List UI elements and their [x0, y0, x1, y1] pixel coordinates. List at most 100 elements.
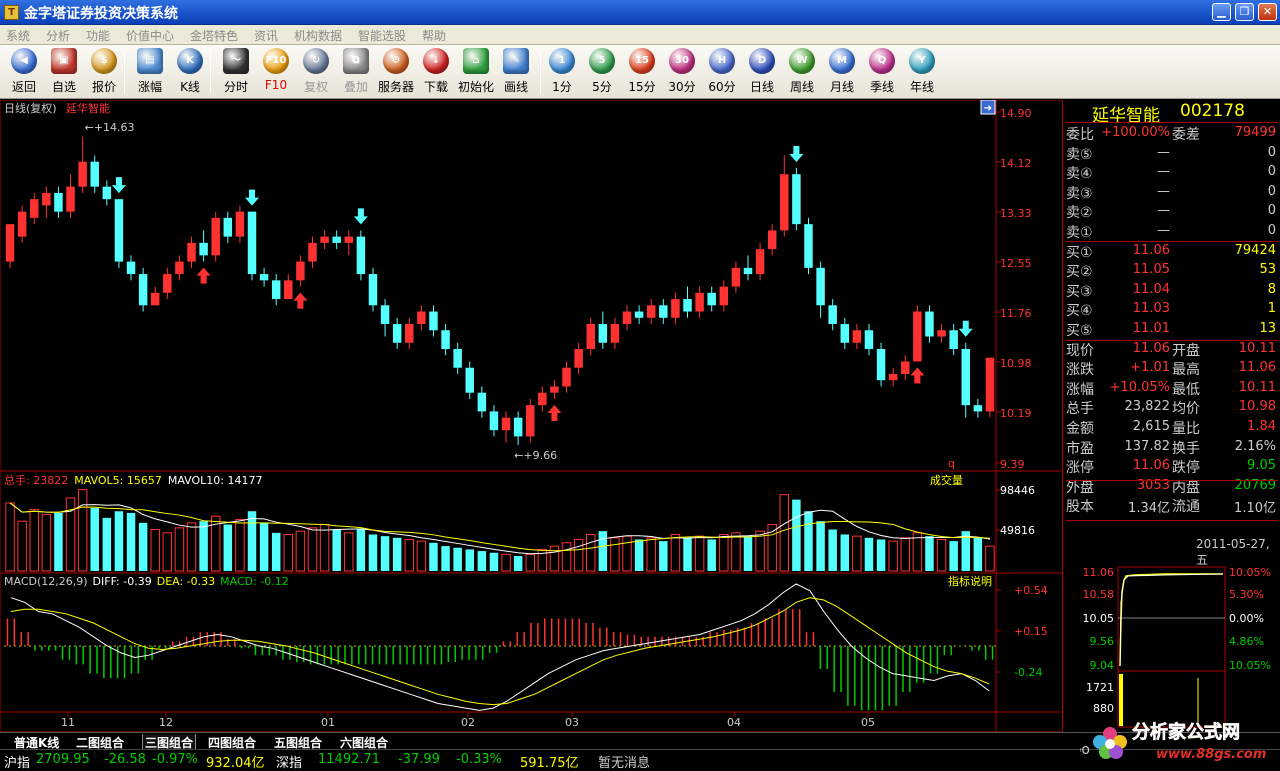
toolbar-button-quarterly[interactable]: Q 季线: [862, 48, 902, 96]
volume-bar-33: [404, 538, 415, 572]
volume-bar-60: [731, 532, 741, 572]
mini-price-label: 9.04: [1090, 659, 1115, 672]
date-axis-label: 04: [727, 716, 741, 729]
candle-64: [780, 155, 789, 237]
volume-axis-label: 98446: [1000, 484, 1035, 497]
date-axis-label: 11: [61, 716, 75, 729]
toolbar-button-kline[interactable]: K K线: [170, 48, 210, 96]
sell-signal-arrow-icon: [245, 189, 259, 206]
menu-item-1[interactable]: 分析: [46, 27, 70, 44]
toolbar-button-period-30[interactable]: 30 30分: [662, 48, 702, 96]
watermark-url: www.88gs.com: [1156, 747, 1266, 762]
date-axis-label: 05: [861, 716, 875, 729]
menu-item-7[interactable]: 智能选股: [358, 27, 406, 44]
price-axis-label: 10.19: [1000, 407, 1032, 420]
candle-37: [453, 342, 462, 374]
quote-value: 23,822: [1124, 399, 1171, 415]
toolbar-button-weekly[interactable]: W 周线: [782, 48, 822, 96]
low-price-marker: ←+9.66: [514, 449, 557, 462]
quote-value: 11.06: [1238, 360, 1276, 376]
indicator-help-link[interactable]: 指标说明: [948, 574, 992, 588]
volume-bar-67: [816, 521, 825, 571]
menu-item-2[interactable]: 功能: [86, 27, 110, 44]
menu-item-6[interactable]: 机构数据: [294, 27, 342, 44]
candle-body: [646, 305, 656, 318]
toolbar-button-period-1[interactable]: 1 1分: [542, 48, 582, 96]
period-60-icon: H: [709, 48, 735, 74]
menu-item-8[interactable]: 帮助: [422, 27, 446, 44]
candle-body: [296, 261, 305, 281]
toolbar-label: 年线: [909, 80, 934, 94]
macd-header: MACD(12,26,9) DIFF: -0.39 DEA: -0.33 MACD: …: [4, 575, 289, 588]
candle-body: [731, 267, 741, 287]
candle-55: [671, 292, 680, 325]
mavol10-label: MAVOL10: 14177: [168, 474, 263, 487]
toolbar-button-period-15[interactable]: 15 15分: [622, 48, 662, 96]
overlay-icon: ⧉: [343, 48, 369, 74]
candle-50: [610, 317, 620, 349]
menu-item-5[interactable]: 资讯: [254, 27, 278, 44]
candle-26: [320, 230, 329, 250]
toolbar-button-yearly[interactable]: Y 年线: [902, 48, 942, 96]
price-axis-label: 14.12: [1000, 157, 1032, 170]
quote-label: 买①: [1066, 244, 1093, 261]
minimize-button[interactable]: ▁: [1212, 3, 1231, 21]
volume-bar-24: [295, 530, 306, 572]
quote-value: 9.05: [1247, 458, 1276, 474]
volume-bar-19: [235, 519, 245, 572]
quote-row: 市盈 137.82 换手 2.16%: [1066, 438, 1278, 458]
maximize-button[interactable]: ❐: [1235, 3, 1254, 21]
toolbar-button-back[interactable]: ◀ 返回: [4, 48, 44, 96]
toolbar-button-period-60[interactable]: H 60分: [702, 48, 742, 96]
candle-49: [598, 311, 608, 349]
quote-row: 卖④ — 0: [1066, 163, 1278, 183]
candle-33: [405, 317, 414, 349]
toolbar-button-home[interactable]: ⌂ 初始化: [456, 48, 496, 96]
intraday-mini-chart[interactable]: 11.06 10.58 10.05 9.56 9.04 1721 880 10.05% 5.30…: [1064, 562, 1280, 732]
close-button[interactable]: ✕: [1258, 3, 1277, 21]
candle-body: [175, 261, 184, 275]
period-1-icon: 1: [549, 48, 575, 74]
toolbar-button-basket[interactable]: ▣ 自选: [44, 48, 84, 96]
toolbar-button-trend[interactable]: ▤ 涨幅: [130, 48, 170, 96]
volume-bar-56: [683, 537, 692, 571]
volume-bar-76: [925, 536, 934, 571]
candle-body: [683, 299, 692, 312]
toolbar-button-monthly[interactable]: M 月线: [822, 48, 862, 96]
volume-bar-46: [561, 542, 572, 572]
toolbar-button-draw[interactable]: ✎ 画线: [496, 48, 536, 96]
toolbar-button-download[interactable]: ↓ 下载: [416, 48, 456, 96]
kline-chart-area[interactable]: 日线(复权) 延华智能 ➔ 14.90 14.12 13.33 12.55 11.76 10.9…: [0, 99, 1064, 733]
candle-body: [586, 324, 595, 349]
toolbar-button-server[interactable]: ⚙ 服务器: [376, 48, 416, 96]
toolbar-separator: [210, 51, 211, 93]
menu-item-4[interactable]: 金塔特色: [190, 27, 238, 44]
menu-bar: 系统 分析 功能 价值中心 金塔特色 资讯 机构数据 智能选股 帮助: [0, 25, 1280, 45]
mini-price-label: 10.05: [1083, 612, 1115, 625]
timeshare-icon: 〜: [223, 48, 249, 74]
candle-62: [755, 242, 765, 281]
candle-65: [792, 167, 801, 231]
toolbar-button-daily[interactable]: D 日线: [742, 48, 782, 96]
quote-value: +10.05%: [1109, 379, 1170, 395]
menu-item-3[interactable]: 价值中心: [126, 27, 174, 44]
toolbar-button-overlay[interactable]: ⧉ 叠加: [336, 48, 376, 96]
candle-34: [417, 305, 426, 331]
toolbar-button-timeshare[interactable]: 〜分时: [216, 48, 256, 96]
candle-48: [586, 317, 595, 356]
candle-27: [332, 230, 341, 250]
toolbar-button-money-bag[interactable]: $ 报价: [84, 48, 124, 96]
candle-body: [695, 292, 704, 312]
toolbar-button-period-5[interactable]: 5 5分: [582, 48, 622, 96]
toolbar-label: 日线: [749, 80, 774, 94]
toolbar-label: 报价: [91, 80, 116, 94]
candle-41: [501, 411, 511, 443]
toolbar-button-restore[interactable]: ↻ 复权: [296, 48, 336, 96]
toolbar-button-f10[interactable]: F10 F10: [256, 48, 296, 96]
quote-value: 2.16%: [1234, 438, 1276, 454]
price-axis-label: 10.98: [1000, 357, 1032, 370]
toolbar-label: 涨幅: [137, 80, 162, 94]
toolbar-label: 15分: [628, 80, 656, 94]
menu-item-0[interactable]: 系统: [6, 27, 30, 44]
toolbar-label: K线: [180, 80, 200, 94]
